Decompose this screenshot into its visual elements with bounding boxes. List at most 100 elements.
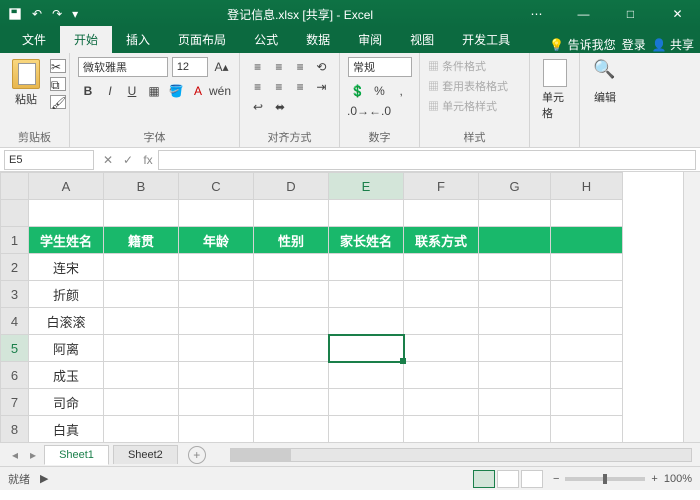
number-format-combo[interactable]: 常规 [348, 57, 412, 77]
paste-button[interactable]: 粘贴 [8, 57, 44, 109]
inc-decimal-icon[interactable]: .0→ [348, 101, 368, 121]
sheet-tab-1[interactable]: Sheet1 [44, 445, 109, 465]
row-header[interactable]: 8 [1, 416, 29, 443]
row-header[interactable]: 6 [1, 362, 29, 389]
fill-color-icon[interactable]: 🪣 [166, 81, 186, 101]
tab-view[interactable]: 视图 [396, 26, 448, 53]
cell[interactable] [179, 200, 254, 227]
cell[interactable] [104, 254, 179, 281]
name-box[interactable]: E5 [4, 150, 94, 170]
select-all[interactable] [1, 173, 29, 200]
cell[interactable] [479, 308, 551, 335]
col-header[interactable]: D [254, 173, 329, 200]
cell[interactable] [329, 308, 404, 335]
undo-icon[interactable]: ↶ [32, 7, 42, 21]
tell-me[interactable]: 💡 告诉我您 [549, 36, 615, 53]
vertical-scrollbar[interactable] [683, 172, 700, 442]
cell[interactable]: 学生姓名 [29, 227, 104, 254]
tab-nav-prev-icon[interactable]: ◂ [8, 448, 22, 462]
row-header[interactable] [1, 200, 29, 227]
cell[interactable] [479, 335, 551, 362]
table-format-button[interactable]: ▦ 套用表格格式 [428, 77, 521, 97]
sheet-tab-2[interactable]: Sheet2 [113, 445, 178, 464]
cell[interactable] [551, 227, 623, 254]
cell[interactable] [479, 362, 551, 389]
cell[interactable] [104, 416, 179, 443]
horizontal-scrollbar[interactable] [230, 448, 692, 462]
cell[interactable] [179, 308, 254, 335]
cell[interactable] [329, 254, 404, 281]
minimize-icon[interactable]: — [561, 0, 606, 28]
cell[interactable]: 家长姓名 [329, 227, 404, 254]
maximize-icon[interactable]: □ [608, 0, 653, 28]
cell[interactable] [551, 335, 623, 362]
cell[interactable] [551, 389, 623, 416]
cell[interactable] [254, 416, 329, 443]
cut-icon[interactable]: ✂ [50, 59, 66, 73]
cell[interactable] [404, 254, 479, 281]
comma-icon[interactable]: , [391, 81, 411, 101]
cell[interactable] [479, 254, 551, 281]
cell[interactable] [104, 308, 179, 335]
cell[interactable] [329, 362, 404, 389]
cell[interactable]: 折颜 [29, 281, 104, 308]
login-link[interactable]: 登录 [622, 36, 646, 53]
font-color-icon[interactable]: A [188, 81, 208, 101]
copy-icon[interactable]: ⧉ [50, 77, 66, 91]
align-left-icon[interactable]: ≡ [248, 77, 267, 97]
cell[interactable] [29, 200, 104, 227]
cell[interactable] [329, 200, 404, 227]
view-break-icon[interactable] [521, 470, 543, 488]
orientation-icon[interactable]: ⟲ [312, 57, 331, 77]
cell[interactable] [254, 254, 329, 281]
font-size-combo[interactable]: 12 [172, 57, 208, 77]
cell[interactable]: 司命 [29, 389, 104, 416]
row-header[interactable]: 4 [1, 308, 29, 335]
zoom-slider[interactable] [565, 477, 645, 481]
cell[interactable]: 白滚滚 [29, 308, 104, 335]
row-header[interactable]: 1 [1, 227, 29, 254]
cell[interactable] [179, 335, 254, 362]
cell[interactable] [551, 308, 623, 335]
col-header[interactable]: A [29, 173, 104, 200]
share-button[interactable]: 👤 共享 [652, 36, 694, 53]
cond-format-button[interactable]: ▦ 条件格式 [428, 57, 521, 77]
fx-icon[interactable]: fx [138, 153, 158, 167]
cell[interactable] [104, 281, 179, 308]
cell[interactable] [254, 281, 329, 308]
row-header[interactable]: 3 [1, 281, 29, 308]
indent-icon[interactable]: ⇥ [312, 77, 331, 97]
cell[interactable] [254, 389, 329, 416]
align-center-icon[interactable]: ≡ [269, 77, 288, 97]
cell[interactable] [329, 416, 404, 443]
redo-icon[interactable]: ↷ [52, 7, 62, 21]
cancel-icon[interactable]: ✕ [98, 153, 118, 167]
cell[interactable] [404, 281, 479, 308]
tab-layout[interactable]: 页面布局 [164, 26, 240, 53]
tab-home[interactable]: 开始 [60, 26, 112, 53]
cell[interactable]: 联系方式 [404, 227, 479, 254]
dec-decimal-icon[interactable]: ←.0 [370, 101, 390, 121]
cell[interactable] [404, 389, 479, 416]
currency-icon[interactable]: 💲 [348, 81, 368, 101]
cell[interactable]: 白真 [29, 416, 104, 443]
cell[interactable] [479, 200, 551, 227]
cell[interactable] [329, 389, 404, 416]
col-header[interactable]: C [179, 173, 254, 200]
cell[interactable] [104, 200, 179, 227]
align-mid-icon[interactable]: ≡ [269, 57, 288, 77]
tab-file[interactable]: 文件 [8, 26, 60, 53]
cell[interactable] [551, 416, 623, 443]
cell[interactable] [404, 308, 479, 335]
cell[interactable] [479, 281, 551, 308]
save-icon[interactable] [8, 7, 22, 21]
col-header[interactable]: B [104, 173, 179, 200]
underline-button[interactable]: U [122, 81, 142, 101]
qat-more-icon[interactable]: ▾ [72, 7, 78, 21]
format-painter-icon[interactable]: 🖌 [50, 95, 66, 109]
align-top-icon[interactable]: ≡ [248, 57, 267, 77]
tab-formula[interactable]: 公式 [240, 26, 292, 53]
view-layout-icon[interactable] [497, 470, 519, 488]
editing-button[interactable]: 🔍编辑 [588, 57, 622, 107]
cell[interactable] [254, 362, 329, 389]
